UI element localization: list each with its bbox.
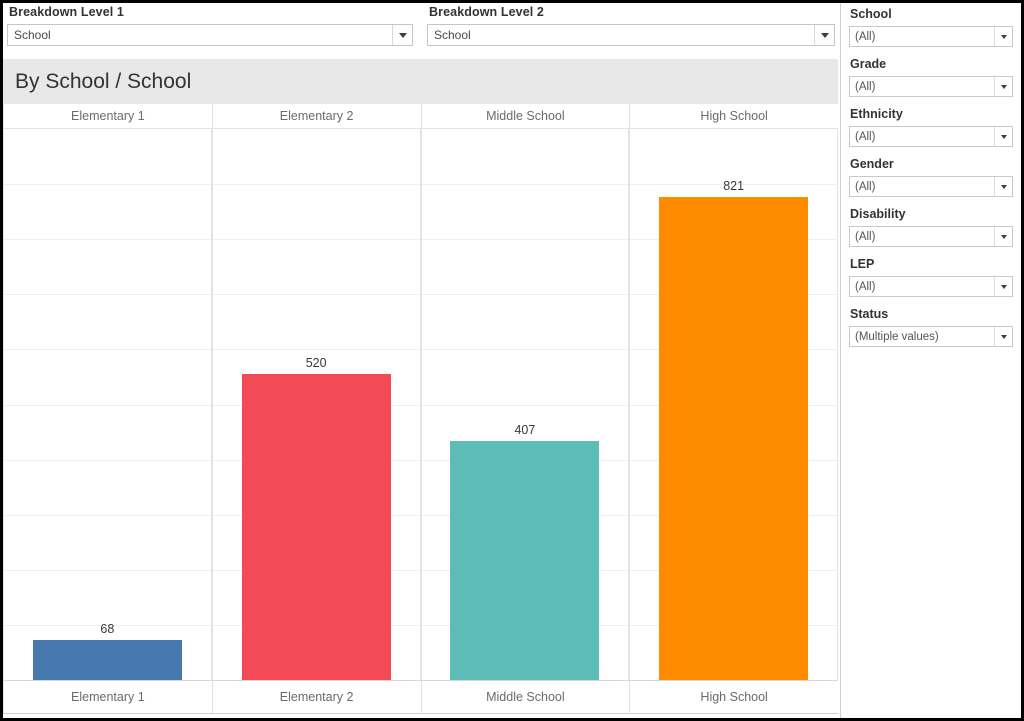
column-header: Elementary 2	[211, 104, 421, 128]
chart-column: 407	[420, 129, 630, 680]
breakdown-level-1-group: Breakdown Level 1 School	[7, 5, 413, 46]
axis-label: Elementary 1	[3, 681, 212, 713]
chart-x-axis: Elementary 1 Elementary 2 Middle School Hig…	[3, 680, 838, 714]
filter-select[interactable]: (All)	[849, 26, 1013, 47]
breakdown-level-1-dropdown-button[interactable]	[392, 25, 412, 45]
filter-dropdown-button[interactable]	[994, 77, 1012, 96]
chevron-down-icon	[398, 32, 407, 38]
chevron-down-icon	[1000, 334, 1007, 339]
filter-value: (All)	[855, 230, 876, 243]
breakdown-level-2-value: School	[434, 28, 471, 42]
bar-value-label: 821	[723, 179, 745, 193]
filter-value: (All)	[855, 30, 876, 43]
filter-select[interactable]: (All)	[849, 226, 1013, 247]
filter-value: (All)	[855, 130, 876, 143]
filter-label: Grade	[850, 57, 887, 71]
bar[interactable]	[241, 374, 391, 680]
breakdown-level-2-group: Breakdown Level 2 School	[427, 5, 835, 46]
axis-label: Middle School	[420, 681, 630, 713]
chevron-down-icon	[820, 32, 829, 38]
chevron-down-icon	[1000, 84, 1007, 89]
breakdown-level-2-label: Breakdown Level 2	[429, 5, 544, 19]
bar-group: 821	[659, 129, 809, 680]
filter-dropdown-button[interactable]	[994, 27, 1012, 46]
filter-value: (All)	[855, 80, 876, 93]
filter-dropdown-button[interactable]	[994, 277, 1012, 296]
filter-value: (All)	[855, 180, 876, 193]
filter-select[interactable]: (All)	[849, 76, 1013, 97]
axis-label: Elementary 2	[211, 681, 421, 713]
bar-group: 407	[450, 129, 600, 680]
column-header: High School	[629, 104, 838, 128]
breakdown-level-2-dropdown-button[interactable]	[814, 25, 834, 45]
chart-column: 68	[3, 129, 212, 680]
filter-ethnicity: Ethnicity (All)	[849, 106, 1013, 147]
filter-value: (All)	[855, 280, 876, 293]
breakdown-level-2-select[interactable]: School	[427, 24, 835, 46]
filter-select[interactable]: (All)	[849, 176, 1013, 197]
bar[interactable]	[450, 441, 600, 680]
chart-title: By School / School	[3, 59, 838, 104]
chevron-down-icon	[1000, 184, 1007, 189]
chart-column: 520	[211, 129, 421, 680]
filter-dropdown-button[interactable]	[994, 127, 1012, 146]
bar[interactable]	[32, 640, 182, 680]
filter-lep: LEP (All)	[849, 256, 1013, 297]
filter-gender: Gender (All)	[849, 156, 1013, 197]
chevron-down-icon	[1000, 284, 1007, 289]
filter-school: School (All)	[849, 6, 1013, 47]
filter-dropdown-button[interactable]	[994, 177, 1012, 196]
filter-dropdown-button[interactable]	[994, 227, 1012, 246]
filter-status: Status (Multiple values)	[849, 306, 1013, 347]
chevron-down-icon	[1000, 234, 1007, 239]
filter-grade: Grade (All)	[849, 56, 1013, 97]
filter-select[interactable]: (All)	[849, 126, 1013, 147]
filter-select[interactable]: (Multiple values)	[849, 326, 1013, 347]
column-header: Middle School	[420, 104, 630, 128]
axis-label: High School	[629, 681, 838, 713]
chart-column: 821	[629, 129, 838, 680]
bar[interactable]	[659, 197, 809, 680]
breakdown-level-1-label: Breakdown Level 1	[9, 5, 124, 19]
column-header: Elementary 1	[3, 104, 212, 128]
bar-group: 520	[241, 129, 391, 680]
filter-value: (Multiple values)	[855, 330, 939, 343]
bar-value-label: 407	[514, 423, 536, 437]
filter-label: Disability	[850, 207, 906, 221]
bar-value-label: 520	[305, 356, 327, 370]
chevron-down-icon	[1000, 134, 1007, 139]
chart-plot-area: 68 520 407 821	[3, 129, 838, 680]
chart-column-headers: Elementary 1 Elementary 2 Middle School Hig…	[3, 104, 838, 129]
bar-group: 68	[32, 129, 182, 680]
filter-disability: Disability (All)	[849, 206, 1013, 247]
dashboard-root: Breakdown Level 1 School Breakdown Level…	[3, 3, 1021, 718]
filter-select[interactable]: (All)	[849, 276, 1013, 297]
breakdown-level-1-value: School	[14, 28, 51, 42]
filter-label: School	[850, 7, 892, 21]
breakdown-toolbar: Breakdown Level 1 School Breakdown Level…	[3, 3, 838, 55]
breakdown-level-1-select[interactable]: School	[7, 24, 413, 46]
filter-sidebar: School (All) Grade (All) Ethnicity (All) Gende…	[841, 3, 1021, 718]
filter-label: Gender	[850, 157, 894, 171]
filter-label: LEP	[850, 257, 875, 271]
chevron-down-icon	[1000, 34, 1007, 39]
filter-label: Status	[850, 307, 889, 321]
chart-panel: By School / School Elementary 1 Elementar…	[3, 59, 838, 718]
bar-value-label: 68	[100, 622, 115, 636]
filter-label: Ethnicity	[850, 107, 903, 121]
filter-dropdown-button[interactable]	[994, 327, 1012, 346]
